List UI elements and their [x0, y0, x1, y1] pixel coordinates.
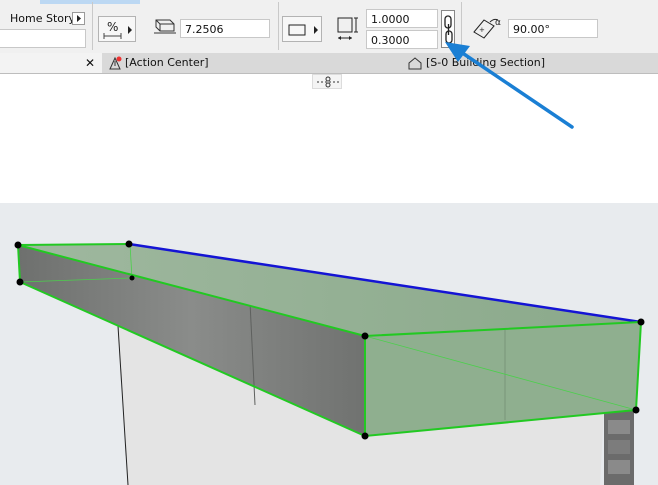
annotation-arrow [445, 42, 574, 129]
3d-model-drawing [14, 42, 645, 485]
